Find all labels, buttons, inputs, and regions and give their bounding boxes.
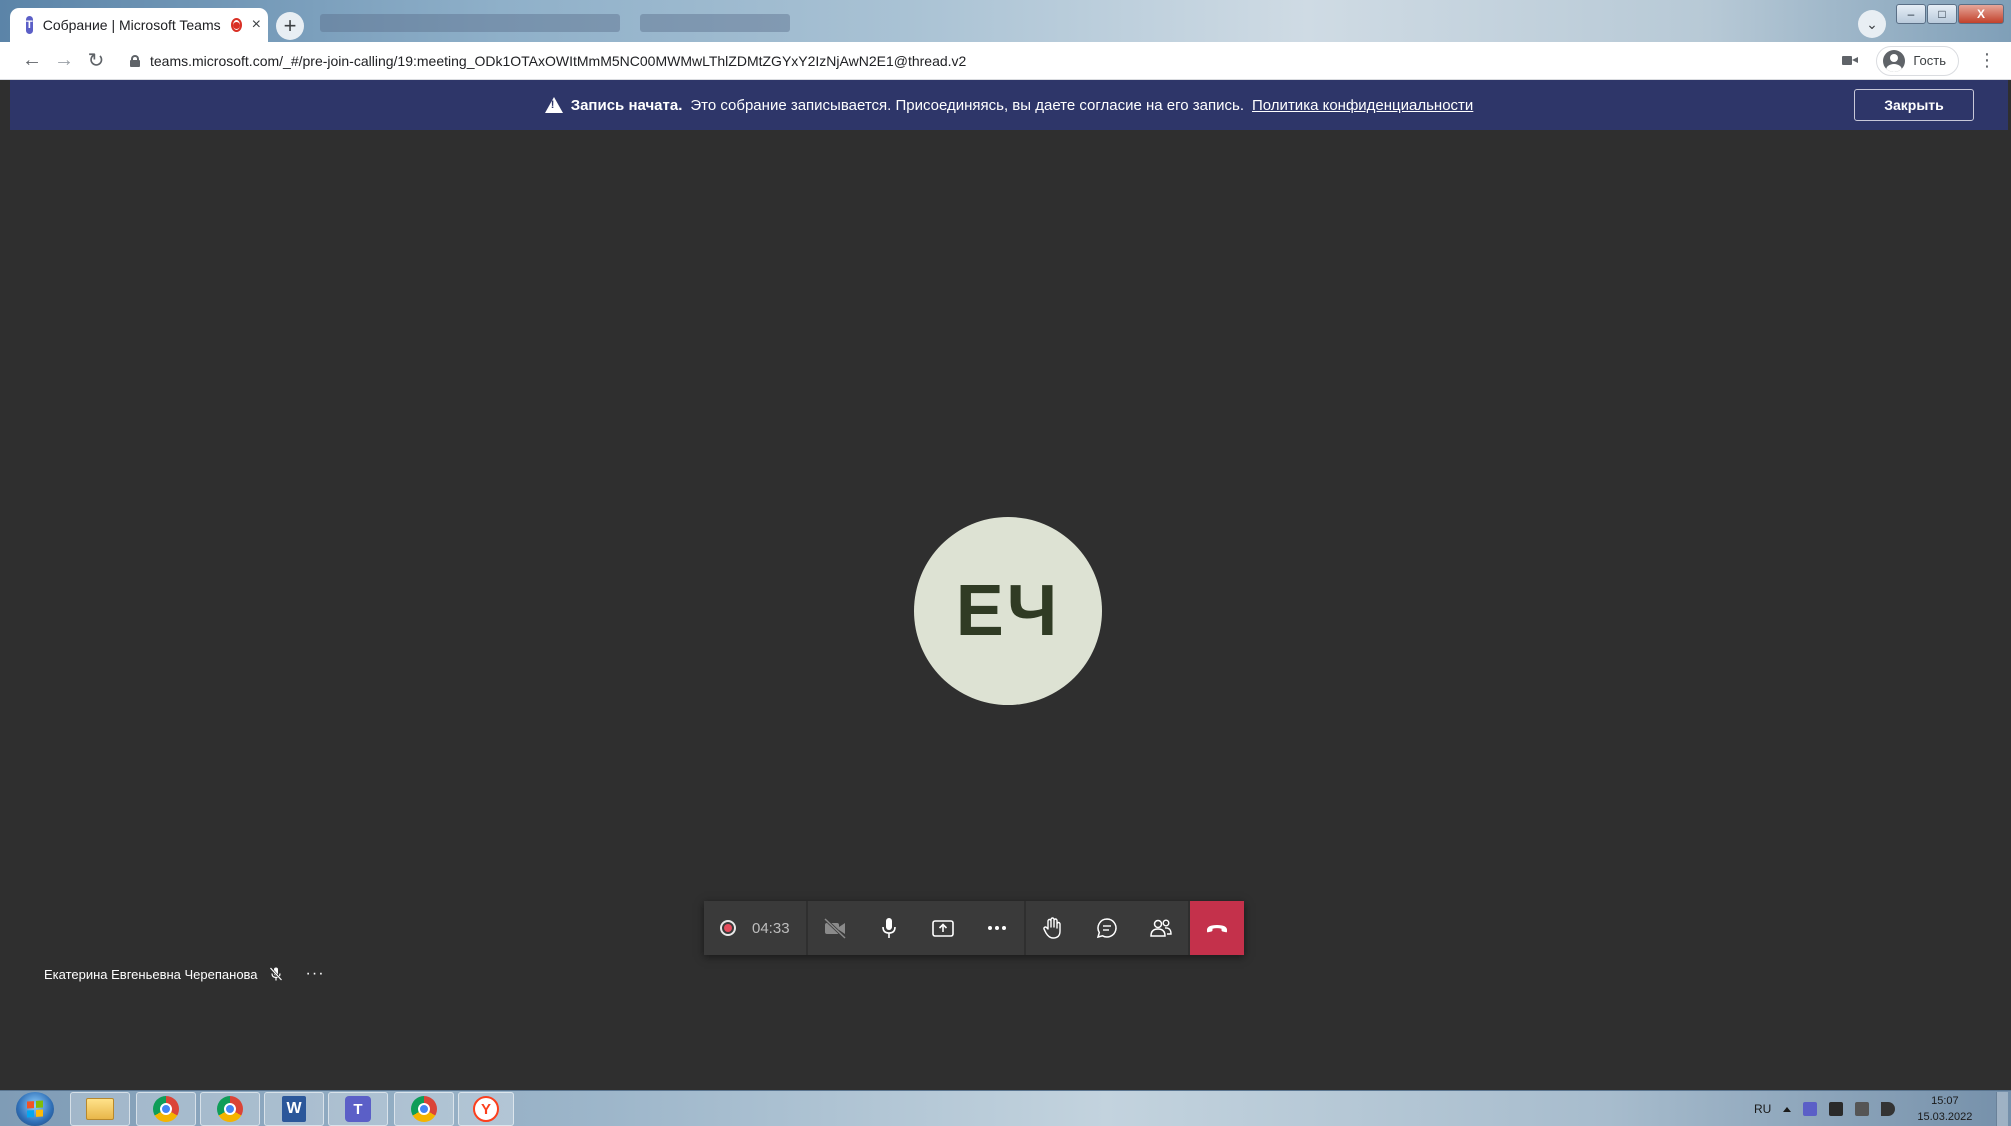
privacy-policy-link[interactable]: Политика конфиденциальности	[1252, 97, 1473, 114]
clock-time: 15:07	[1931, 1095, 1959, 1107]
language-indicator[interactable]: RU	[1754, 1102, 1771, 1116]
yandex-browser-icon: Y	[473, 1096, 499, 1122]
show-hidden-icons-icon[interactable]	[1783, 1106, 1792, 1112]
minimize-button[interactable]: –	[1896, 4, 1926, 24]
hang-up-icon	[1206, 925, 1227, 933]
taskbar-word[interactable]: W	[264, 1092, 324, 1126]
more-actions-button[interactable]	[970, 901, 1024, 955]
word-icon: W	[282, 1096, 306, 1122]
taskbar-chrome-profile[interactable]	[200, 1092, 260, 1126]
camera-in-use-icon[interactable]	[1842, 55, 1859, 66]
microphone-button[interactable]	[862, 901, 916, 955]
participant-avatar: ЕЧ	[914, 517, 1102, 705]
mic-muted-icon	[268, 966, 284, 982]
share-tray-icon	[931, 920, 954, 937]
camera-off-button[interactable]	[808, 901, 862, 955]
chrome-profile-icon	[217, 1096, 243, 1122]
window-close-button[interactable]: X	[1958, 4, 2004, 24]
start-button[interactable]	[16, 1092, 54, 1126]
profile-label: Гость	[1913, 53, 1946, 68]
avatar-initials: ЕЧ	[955, 571, 1061, 651]
profile-avatar-icon	[1883, 49, 1906, 72]
interaction-controls-group	[1025, 901, 1188, 955]
call-timer: 04:33	[752, 919, 790, 937]
tab-search-chevron-icon[interactable]: ⌄	[1858, 10, 1886, 38]
address-bar[interactable]: teams.microsoft.com/_#/pre-join-calling/…	[130, 45, 1876, 77]
warning-icon	[544, 97, 563, 113]
recording-consent-text: Это собрание записывается. Присоединяясь…	[690, 96, 1245, 114]
taskbar-yandex[interactable]: Y	[458, 1092, 514, 1126]
teams-tray-icon[interactable]	[1803, 1102, 1818, 1116]
leave-call-button[interactable]	[1189, 901, 1244, 955]
background-tab[interactable]	[640, 14, 790, 32]
call-controls-bar: 04:33	[704, 901, 1244, 955]
participants-button[interactable]	[1134, 901, 1188, 955]
taskbar-clock[interactable]: 15:07 15.03.2022	[1917, 1093, 1972, 1125]
browser-toolbar: ← → ↻ teams.microsoft.com/_#/pre-join-ca…	[0, 42, 2011, 80]
camera-off-icon	[823, 917, 846, 940]
more-dots-icon	[987, 926, 1006, 930]
participant-name: Екатерина Евгеньевна Черепанова	[44, 966, 258, 982]
participants-icon	[1149, 919, 1172, 937]
background-tab[interactable]	[320, 14, 620, 32]
chat-button[interactable]	[1080, 901, 1134, 955]
participant-name-tag: Екатерина Евгеньевна Черепанова ···	[44, 965, 325, 983]
browser-tabstrip: T Собрание | Microsoft Teams × + ⌄ – □ X	[0, 0, 2011, 42]
teams-icon: T	[345, 1096, 371, 1122]
media-controls-group	[807, 901, 1024, 955]
forward-arrow-icon[interactable]: →	[48, 45, 80, 77]
chrome-icon	[411, 1096, 437, 1122]
volume-icon[interactable]	[1881, 1102, 1896, 1116]
back-arrow-icon[interactable]: ←	[16, 45, 48, 77]
chrome-icon	[153, 1096, 179, 1122]
chat-icon	[1096, 918, 1117, 939]
active-tab[interactable]: T Собрание | Microsoft Teams ×	[10, 8, 268, 42]
windows-taskbar: W T Y RU 15:07 15.03.2022	[0, 1090, 2011, 1126]
meeting-stage: Запись начата. Это собрание записывается…	[10, 80, 2008, 1090]
close-banner-button[interactable]: Закрыть	[1854, 89, 1974, 121]
folder-icon	[86, 1098, 114, 1120]
recording-dot-icon	[720, 920, 736, 936]
recording-indicator-icon	[230, 18, 242, 32]
tab-title: Собрание | Microsoft Teams	[42, 17, 221, 33]
participant-more-button[interactable]: ···	[306, 965, 325, 983]
clock-date: 15.03.2022	[1917, 1111, 1973, 1123]
reload-icon[interactable]: ↻	[80, 45, 112, 77]
profile-button[interactable]: Гость	[1876, 45, 1959, 76]
action-center-icon[interactable]	[1855, 1102, 1870, 1116]
microphone-icon	[881, 918, 896, 938]
show-desktop-button[interactable]	[1996, 1092, 2008, 1126]
recording-message: Запись начата. Это собрание записывается…	[544, 96, 1473, 114]
raise-hand-button[interactable]	[1026, 901, 1080, 955]
taskbar-explorer[interactable]	[70, 1092, 130, 1126]
taskbar-chrome-2[interactable]	[394, 1092, 454, 1126]
recording-started-label: Запись начата.	[570, 96, 683, 114]
lock-icon[interactable]	[130, 54, 140, 67]
raise-hand-icon	[1042, 917, 1061, 939]
windows-logo-icon	[27, 1100, 43, 1118]
recording-timer-group: 04:33	[704, 901, 806, 955]
maximize-button[interactable]: □	[1927, 4, 1957, 24]
recording-banner: Запись начата. Это собрание записывается…	[10, 80, 2008, 130]
taskbar-teams[interactable]: T	[328, 1092, 388, 1126]
window-controls: – □ X	[1896, 4, 2004, 24]
tab-close-button[interactable]: ×	[252, 16, 261, 34]
share-screen-button[interactable]	[916, 901, 970, 955]
url-text[interactable]: teams.microsoft.com/_#/pre-join-calling/…	[150, 53, 966, 69]
browser-menu-icon[interactable]: ⋮	[1975, 50, 1999, 71]
new-tab-button[interactable]: +	[276, 12, 304, 40]
teams-favicon-icon: T	[26, 16, 33, 34]
taskbar-chrome[interactable]	[136, 1092, 196, 1126]
network-tray-icon[interactable]	[1829, 1102, 1844, 1116]
system-tray: RU 15:07 15.03.2022	[1754, 1093, 1972, 1125]
